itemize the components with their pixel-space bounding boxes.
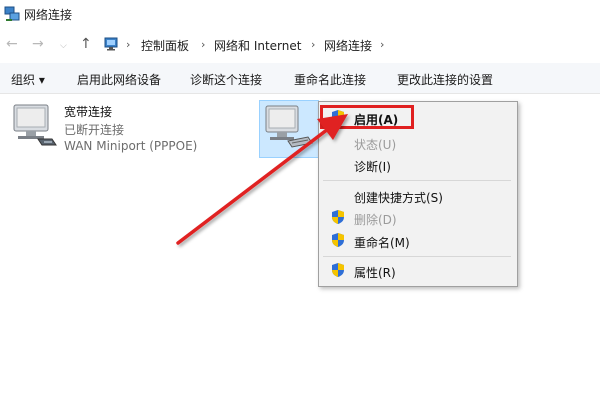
breadcrumb-network-connections[interactable]: 网络连接 [324, 37, 372, 54]
menu-separator [323, 256, 511, 257]
menu-item-rename[interactable]: 重命名(M) [354, 234, 410, 251]
title-bar [0, 0, 600, 30]
organize-button[interactable]: 组织 ▾ [11, 71, 45, 88]
breadcrumb-control-panel[interactable]: 控制面板 [141, 37, 189, 54]
diagnose-button[interactable]: 诊断这个连接 [190, 71, 262, 88]
connection-name: 宽带连接 [64, 105, 113, 119]
menu-item-properties[interactable]: 属性(R) [354, 264, 396, 281]
network-connections-icon [4, 6, 20, 21]
menu-item-create-shortcut[interactable]: 创建快捷方式(S) [354, 189, 443, 206]
breadcrumb-separator-icon[interactable]: › [201, 38, 205, 51]
control-panel-icon [104, 37, 118, 51]
forward-arrow-icon[interactable]: → [32, 36, 44, 52]
breadcrumb-separator-icon[interactable]: › [380, 38, 384, 51]
menu-item-enable[interactable]: 启用(A) [354, 111, 398, 128]
connection-status: 已断开连接 [64, 123, 125, 137]
annotation-arrow-icon [176, 114, 348, 245]
window-title: 网络连接 [24, 8, 73, 22]
chevron-down-icon[interactable]: ⌵ [60, 38, 67, 54]
change-settings-button[interactable]: 更改此连接的设置 [397, 71, 493, 88]
up-arrow-icon[interactable]: ↑ [80, 36, 92, 52]
enable-device-button[interactable]: 启用此网络设备 [77, 71, 161, 88]
breadcrumb-separator-icon[interactable]: › [126, 38, 130, 51]
menu-item-status[interactable]: 状态(U) [354, 136, 396, 153]
breadcrumb-separator-icon[interactable]: › [311, 38, 315, 51]
back-arrow-icon[interactable]: ← [6, 36, 18, 52]
rename-button[interactable]: 重命名此连接 [294, 71, 366, 88]
menu-item-delete[interactable]: 删除(D) [354, 211, 397, 228]
network-adapter-icon [13, 104, 57, 146]
uac-shield-icon [332, 263, 344, 277]
breadcrumb-network-internet[interactable]: 网络和 Internet [214, 37, 301, 54]
